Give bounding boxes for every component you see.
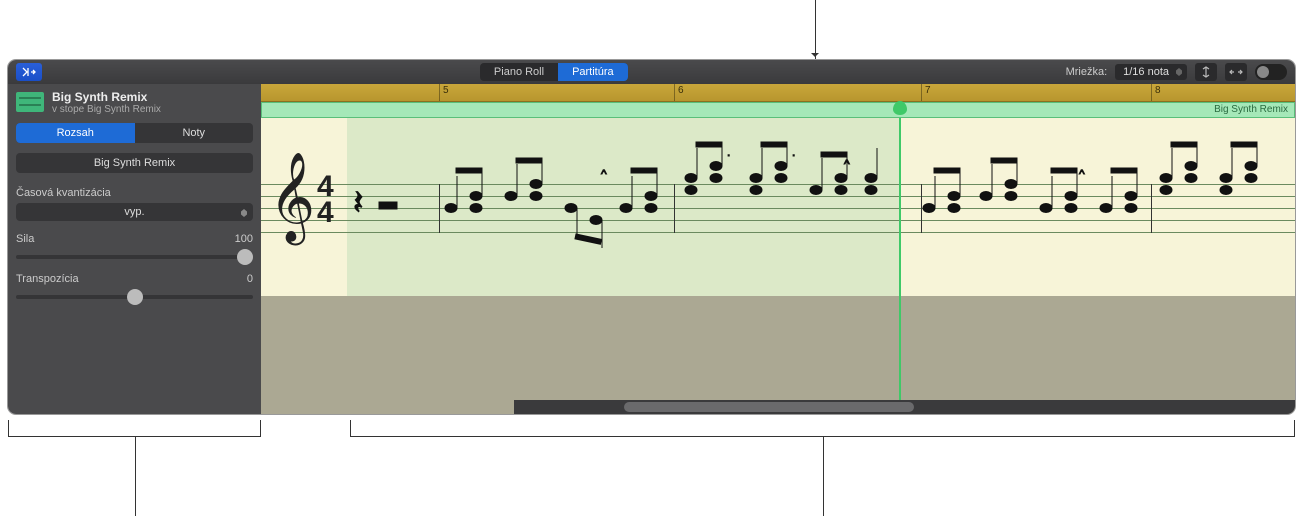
- ruler-tick-8: 8: [1151, 84, 1161, 101]
- track-subtitle: v stope Big Synth Remix: [52, 104, 161, 115]
- ruler-tick-7: 7: [921, 84, 931, 101]
- transpose-slider[interactable]: [16, 295, 253, 299]
- catch-playhead-button[interactable]: [16, 63, 42, 81]
- time-quantize-label: Časová kvantizácia: [16, 187, 253, 199]
- view-mode-score[interactable]: Partitúra: [558, 63, 628, 81]
- grid-label: Mriežka:: [1066, 66, 1108, 78]
- notation-layer: 𝄽 ^: [261, 118, 1295, 296]
- playhead-marker-icon[interactable]: [893, 101, 907, 115]
- callout-bracket-right: [350, 420, 1295, 446]
- transpose-label: Transpozícia: [16, 273, 79, 285]
- score-editor-window: Piano Roll Partitúra Mriežka: 1/16 nota …: [8, 60, 1295, 414]
- inspector-mode-segmented: Rozsah Noty: [16, 123, 253, 143]
- svg-text:^: ^: [601, 167, 607, 181]
- horizontal-scrollbar[interactable]: [514, 400, 1295, 414]
- inspector-mode-region[interactable]: Rozsah: [16, 123, 135, 143]
- horizontal-auto-zoom-button[interactable]: [1225, 63, 1247, 81]
- strength-slider-thumb[interactable]: [237, 249, 253, 265]
- svg-text:^: ^: [844, 157, 850, 171]
- view-mode-pianoroll[interactable]: Piano Roll: [480, 63, 558, 81]
- svg-text:𝄽: 𝄽: [353, 184, 363, 222]
- transpose-value: 0: [247, 273, 253, 285]
- strength-slider[interactable]: [16, 255, 253, 259]
- inspector-panel: Big Synth Remix v stope Big Synth Remix …: [8, 84, 261, 414]
- grid-select[interactable]: 1/16 nota: [1115, 64, 1187, 80]
- svg-text:^: ^: [1079, 167, 1085, 181]
- toolbar-toggle[interactable]: [1255, 64, 1287, 80]
- editor-toolbar: Piano Roll Partitúra Mriežka: 1/16 nota: [8, 60, 1295, 84]
- track-title: Big Synth Remix: [52, 90, 161, 104]
- ruler-tick-6: 6: [674, 84, 684, 101]
- region-name-field[interactable]: Big Synth Remix: [16, 153, 253, 173]
- callout-bracket-left: [8, 420, 261, 446]
- svg-text:.: .: [792, 145, 795, 159]
- transpose-slider-thumb[interactable]: [127, 289, 143, 305]
- callout-top: [815, 0, 816, 60]
- svg-text:.: .: [727, 145, 730, 159]
- view-mode-segmented: Piano Roll Partitúra: [480, 63, 628, 81]
- staff-zone[interactable]: 𝄞 44 𝄽 ^: [261, 118, 1295, 414]
- strength-label: Sila: [16, 233, 34, 245]
- vertical-zoom-button[interactable]: [1195, 63, 1217, 81]
- track-icon: [16, 92, 44, 112]
- timeline-ruler[interactable]: 5 6 7 8: [261, 84, 1295, 102]
- inspector-mode-notes[interactable]: Noty: [135, 123, 254, 143]
- score-display-area: 5 6 7 8 Big Synth Remix 𝄞: [261, 84, 1295, 414]
- horizontal-scrollbar-thumb[interactable]: [624, 402, 914, 412]
- time-quantize-select[interactable]: vyp.: [16, 203, 253, 221]
- strength-value: 100: [235, 233, 253, 245]
- region-bar[interactable]: Big Synth Remix: [261, 102, 1295, 118]
- ruler-tick-5: 5: [439, 84, 449, 101]
- region-bar-label: Big Synth Remix: [1214, 104, 1288, 115]
